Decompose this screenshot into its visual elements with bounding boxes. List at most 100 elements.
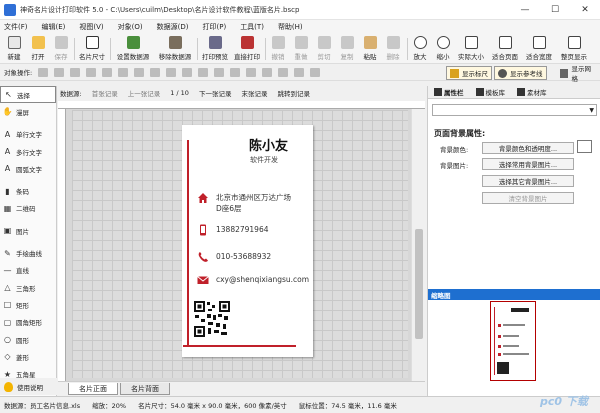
distribute-h-icon[interactable] — [230, 67, 241, 77]
prev-record-button[interactable]: 上一张记录 — [128, 88, 161, 98]
tool-pan[interactable]: ✋ 漫屏 — [0, 103, 56, 120]
lock-icon[interactable] — [310, 67, 321, 77]
align-left-icon[interactable] — [134, 67, 145, 77]
tool-single-line-text[interactable]: A 单行文字 — [0, 126, 56, 143]
delete-button[interactable]: 删除 — [383, 35, 403, 63]
tool-barcode[interactable]: ▮ 条码 — [0, 182, 56, 199]
bg-color-button[interactable]: 背景颜色和透明度... — [482, 142, 574, 154]
card-email-row[interactable]: cxy@shenqixiangsu.com — [197, 274, 309, 286]
show-reference-toggle[interactable]: 显示参考线 — [494, 66, 547, 80]
object-selector-dropdown[interactable]: ▼ — [432, 104, 597, 116]
align-center-icon[interactable] — [150, 67, 161, 77]
undo-button[interactable]: 撤销 — [268, 35, 288, 63]
group-icon[interactable] — [118, 67, 129, 77]
remove-datasource-button[interactable]: 移除数据源 — [155, 35, 195, 63]
align-icon[interactable] — [38, 67, 49, 77]
open-button[interactable]: 打开 — [28, 35, 48, 63]
layer-up-icon[interactable] — [54, 67, 65, 77]
card-horizontal-red-line[interactable] — [183, 345, 296, 347]
card-name-text[interactable]: 陈小友 — [249, 135, 288, 154]
menu-help[interactable]: 帮助(H) — [278, 22, 303, 32]
full-page-button[interactable]: 整页显示 — [557, 35, 591, 63]
maximize-button[interactable]: ☐ — [540, 0, 570, 20]
tool-freehand[interactable]: ✎ 手绘曲线 — [0, 244, 56, 261]
distribute-v-icon[interactable] — [246, 67, 257, 77]
tab-card-back[interactable]: 名片背面 — [120, 383, 170, 395]
set-datasource-button[interactable]: 设置数据源 — [113, 35, 153, 63]
print-direct-button[interactable]: 直接打印 — [232, 35, 262, 63]
tab-assets[interactable]: 素材库 — [517, 87, 547, 97]
other-bg-image-button[interactable]: 选择其它背景图片... — [482, 175, 574, 187]
card-qrcode[interactable] — [193, 300, 231, 338]
first-record-button[interactable]: 首张记录 — [92, 88, 118, 98]
properties-icon — [434, 88, 442, 96]
tab-card-front[interactable]: 名片正面 — [68, 383, 118, 395]
zoom-in-button[interactable]: 放大 — [410, 35, 430, 63]
fit-page-button[interactable]: 适合页面 — [489, 35, 521, 63]
status-card-size: 名片尺寸：54.0 毫米 x 90.0 毫米，600 像素/英寸 — [138, 402, 287, 410]
same-height-icon[interactable] — [278, 67, 289, 77]
tool-triangle[interactable]: △ 三角形 — [0, 279, 56, 296]
help-link[interactable]: 使用说明 — [0, 378, 57, 395]
align-right-icon[interactable] — [166, 67, 177, 77]
show-ruler-toggle[interactable]: 显示标尺 — [446, 66, 492, 80]
menu-datasource[interactable]: 数据源(D) — [157, 22, 189, 32]
tool-multi-line-text[interactable]: A 多行文字 — [0, 143, 56, 160]
send-back-icon[interactable] — [102, 67, 113, 77]
redo-button[interactable]: 重做 — [291, 35, 311, 63]
folder-icon — [31, 36, 45, 49]
menu-object[interactable]: 对象(O) — [118, 22, 143, 32]
layer-down-icon[interactable] — [70, 67, 81, 77]
card-size-button[interactable]: 名片尺寸 — [77, 35, 107, 63]
card-address-row[interactable]: 北京市通州区万达广场 D座6层 — [197, 192, 291, 214]
tool-circle[interactable]: ○ 圆形 — [0, 331, 56, 348]
next-record-button[interactable]: 下一张记录 — [199, 88, 232, 98]
tab-properties[interactable]: 属性栏 — [434, 87, 464, 97]
close-button[interactable]: ✕ — [570, 0, 600, 20]
minimize-button[interactable]: — — [510, 0, 540, 20]
card-mobile-row[interactable]: 13882791964 — [197, 224, 269, 236]
actual-size-button[interactable]: 实际大小 — [455, 35, 487, 63]
tab-templates[interactable]: 模板库 — [475, 87, 505, 97]
tool-diamond[interactable]: ◇ 菱形 — [0, 348, 56, 365]
new-button[interactable]: 新建 — [4, 35, 24, 63]
card-job-title-text[interactable]: 软件开发 — [250, 155, 278, 165]
card-telephone-row[interactable]: 010-53688932 — [197, 251, 271, 263]
card-vertical-red-line[interactable] — [187, 140, 189, 345]
scrollbar-thumb[interactable] — [415, 229, 423, 339]
menu-edit[interactable]: 编辑(E) — [42, 22, 66, 32]
menu-file[interactable]: 文件(F) — [4, 22, 28, 32]
tool-image[interactable]: ▣ 图片 — [0, 222, 56, 239]
save-button[interactable]: 保存 — [51, 35, 71, 63]
zoom-out-icon — [436, 36, 450, 49]
menu-tools[interactable]: 工具(T) — [240, 22, 264, 32]
same-width-icon[interactable] — [262, 67, 273, 77]
cut-button[interactable]: 剪切 — [314, 35, 334, 63]
print-preview-button[interactable]: 打印预览 — [200, 35, 230, 63]
tool-select[interactable]: ↖ 选择 — [0, 86, 56, 104]
copy-button[interactable]: 复制 — [337, 35, 357, 63]
last-record-button[interactable]: 末张记录 — [241, 88, 267, 98]
show-grid-toggle[interactable]: 显示网格 — [556, 65, 600, 83]
thumbnail-card[interactable] — [490, 301, 536, 381]
tool-line[interactable]: — 直线 — [0, 262, 56, 279]
clear-bg-image-button[interactable]: 清空背景图片 — [482, 192, 574, 204]
common-bg-image-button[interactable]: 选择常用背景图片... — [482, 158, 574, 170]
align-top-icon[interactable] — [182, 67, 193, 77]
fit-width-button[interactable]: 适合宽度 — [523, 35, 555, 63]
menu-view[interactable]: 视图(V) — [79, 22, 103, 32]
zoom-out-button[interactable]: 缩小 — [433, 35, 453, 63]
bring-front-icon[interactable] — [86, 67, 97, 77]
tool-arc-text[interactable]: A 圆弧文字 — [0, 160, 56, 177]
tool-rectangle[interactable]: □ 矩形 — [0, 296, 56, 313]
paste-button[interactable]: 粘贴 — [360, 35, 380, 63]
vertical-scrollbar[interactable] — [411, 109, 425, 381]
jump-record-button[interactable]: 跳转到记录 — [277, 88, 310, 98]
tool-rounded-rectangle[interactable]: ▢ 圆角矩形 — [0, 314, 56, 331]
align-bottom-icon[interactable] — [214, 67, 225, 77]
bg-color-swatch[interactable] — [577, 140, 592, 153]
align-middle-icon[interactable] — [198, 67, 209, 77]
menu-print[interactable]: 打印(P) — [203, 22, 227, 32]
same-size-icon[interactable] — [294, 67, 305, 77]
tool-qrcode[interactable]: ▦ 二维码 — [0, 200, 56, 217]
